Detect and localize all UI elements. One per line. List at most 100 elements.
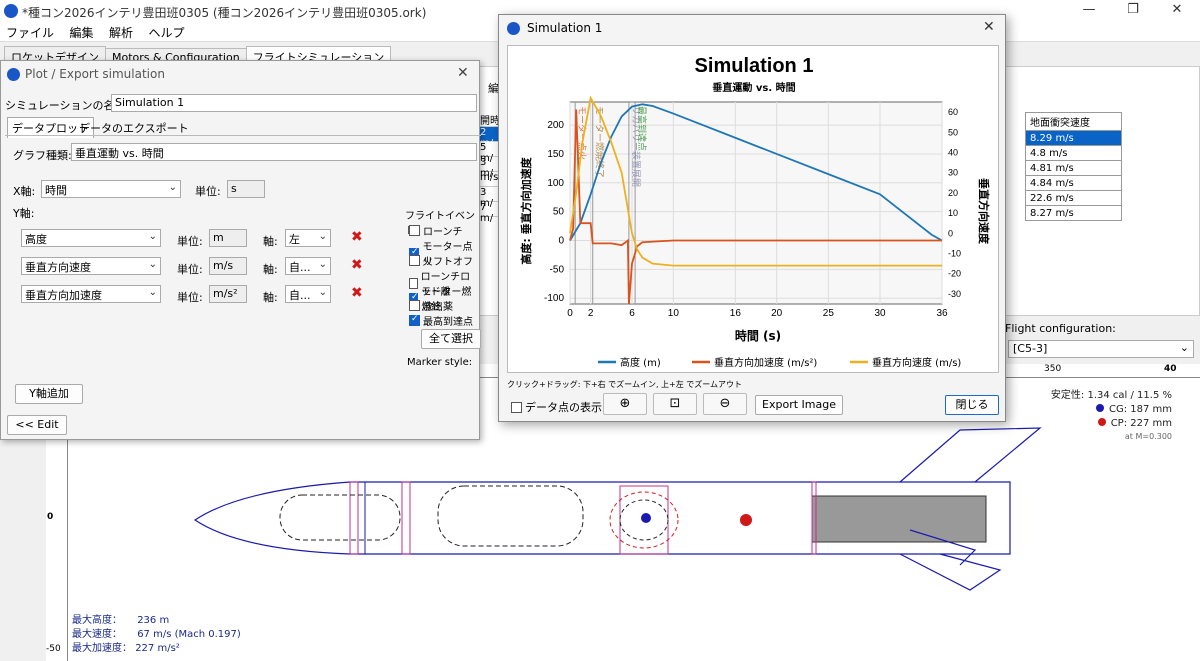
axis-value: 自...	[289, 261, 311, 274]
minimize-button[interactable]: —	[1074, 2, 1104, 20]
marker-style-label: Marker style:	[407, 357, 473, 368]
remove-icon[interactable]: ✖	[351, 285, 363, 301]
y-tick-label-left: -50	[550, 264, 565, 275]
zoom-out-icon[interactable]: ⊖	[703, 393, 747, 415]
close-dialog-button[interactable]: 閉じる	[945, 395, 999, 415]
y-axis-title-right: 垂直方向速度	[977, 178, 991, 245]
checkbox[interactable]	[409, 225, 420, 236]
results-table[interactable]: 地面衝突速度 8.29 m/s 4.8 m/s 4.81 m/s 4.84 m/…	[1025, 112, 1122, 221]
zoom-in-icon[interactable]: ⊕	[603, 393, 647, 415]
event-checkbox[interactable]: ローンチ	[409, 223, 463, 238]
axis-value: 左	[289, 233, 300, 246]
select-all-button[interactable]: 全て選択	[421, 329, 481, 349]
axis-select[interactable]: 自... ⌄	[285, 285, 331, 303]
event-label: 最高到達点	[636, 106, 648, 151]
table-row[interactable]: 4.81 m/s	[1025, 160, 1122, 176]
remove-icon[interactable]: ✖	[351, 229, 363, 245]
y-tick-label-left: 50	[553, 207, 565, 218]
graph-type-select[interactable]: 垂直運動 vs. 時間	[71, 143, 477, 161]
y-series-select[interactable]: 高度 ⌄	[21, 229, 161, 247]
plot-export-dialog: Plot / Export simulation ✕ シミュレーションの名前: …	[0, 60, 481, 440]
checkbox[interactable]	[409, 255, 420, 266]
chart-subtitle: 垂直運動 vs. 時間	[712, 81, 795, 94]
sim-name-field[interactable]: Simulation 1	[111, 94, 477, 112]
stat-value: 67 m/s (Mach 0.197)	[137, 629, 241, 640]
legend-label: 垂直方向加速度 (m/s²)	[714, 356, 817, 369]
cp-icon	[1097, 418, 1106, 426]
remove-icon[interactable]: ✖	[351, 257, 363, 273]
export-image-button[interactable]: Export Image	[755, 395, 843, 415]
y-tick-label-right: -20	[948, 269, 961, 279]
zoom-fit-icon[interactable]: ⊡	[653, 393, 697, 415]
checkbox[interactable]	[511, 401, 522, 413]
x-unit-field[interactable]: s	[227, 180, 265, 198]
chevron-down-icon: ⌄	[318, 287, 327, 298]
flight-config-select[interactable]: [C5-3] ⌄	[1008, 340, 1194, 358]
close-icon[interactable]: ✕	[457, 65, 469, 81]
y-series-value: 高度	[25, 233, 47, 246]
x-tick-label: 10	[668, 308, 680, 319]
simulation-dialog: Simulation 1 ✕ Simulation 1 垂直運動 vs. 時間 …	[498, 14, 1006, 422]
y-tick-label-left: 200	[547, 120, 564, 131]
y-unit-field[interactable]: m/s	[209, 257, 247, 275]
y-series-select[interactable]: 垂直方向速度 ⌄	[21, 257, 161, 275]
y-series-select[interactable]: 垂直方向加速度 ⌄	[21, 285, 161, 303]
y-tick-label-left: 100	[547, 178, 564, 189]
event-checkbox[interactable]: リフトオフ	[409, 253, 473, 268]
event-checkbox[interactable]: 放出薬	[409, 298, 453, 313]
event-checkbox[interactable]: 最高到達点	[409, 313, 473, 328]
x-axis-select[interactable]: 時間 ⌄	[41, 180, 181, 198]
chevron-down-icon: ⌄	[1179, 341, 1189, 354]
chevron-down-icon: ⌄	[318, 259, 327, 270]
y-axis-title-left: 高度: 垂直方向加速度	[519, 156, 533, 264]
menu-help[interactable]: ヘルプ	[149, 24, 185, 41]
y-tick-label-left: 150	[547, 149, 564, 160]
y-tick-label-right: -10	[948, 249, 961, 259]
table-row[interactable]: 22.6 m/s	[1025, 190, 1122, 206]
results-left-column: 開時 2 m/ 5 m/ 3 m/ m/s 3 m/ 7 m/	[478, 112, 500, 224]
close-icon[interactable]: ✕	[983, 19, 995, 35]
menu-file[interactable]: ファイル	[6, 24, 54, 41]
x-tick-label: 20	[771, 308, 783, 319]
stats-block: 最大高度： 236 m 最大速度： 67 m/s (Mach 0.197) 最大…	[72, 614, 241, 656]
y-unit-field[interactable]: m	[209, 229, 247, 247]
chart-svg: Simulation 1 垂直運動 vs. 時間 高度: 垂直方向加速度 垂直方…	[519, 55, 991, 369]
column-header[interactable]: 地面衝突速度	[1025, 112, 1122, 131]
flight-config-value: [C5-3]	[1013, 342, 1048, 355]
menu-edit[interactable]: 編集	[70, 24, 94, 41]
app-logo-icon	[507, 22, 520, 35]
table-row[interactable]: 4.8 m/s	[1025, 145, 1122, 161]
table-row[interactable]: 4.84 m/s	[1025, 175, 1122, 191]
maximize-button[interactable]: ❐	[1118, 2, 1148, 20]
chevron-down-icon: ⌄	[148, 259, 157, 270]
x-tick-label: 25	[823, 308, 835, 319]
close-button[interactable]: ✕	[1162, 2, 1192, 20]
axis-label: 軸:	[263, 235, 278, 248]
ruler-label: 40	[1164, 364, 1177, 374]
table-row[interactable]: 8.27 m/s	[1025, 205, 1122, 221]
axis-select[interactable]: 左 ⌄	[285, 229, 331, 247]
x-axis-label: X軸:	[13, 185, 36, 198]
y-tick-label-right: -30	[948, 289, 961, 299]
y-tick-label-right: 40	[948, 148, 958, 158]
chevron-down-icon: ⌄	[168, 182, 177, 193]
table-cell: 開時	[478, 112, 500, 127]
legend-label: 垂直方向速度 (m/s)	[872, 356, 961, 369]
show-points-label: データ点の表示	[525, 401, 602, 414]
y-unit-field[interactable]: m/s²	[209, 285, 247, 303]
event-label: 放出薬	[423, 302, 453, 313]
cg-value: CG: 187 mm	[1108, 404, 1172, 415]
table-row[interactable]: 8.29 m/s	[1025, 130, 1122, 146]
y-tick-label-right: 20	[948, 188, 958, 198]
add-y-axis-button[interactable]: Y軸追加	[15, 384, 83, 404]
x-unit-label: 単位:	[195, 185, 221, 198]
checkbox[interactable]	[409, 300, 420, 311]
axis-select[interactable]: 自... ⌄	[285, 257, 331, 275]
edit-button[interactable]: << Edit	[7, 415, 67, 435]
chart-area[interactable]: Simulation 1 垂直運動 vs. 時間 高度: 垂直方向加速度 垂直方…	[507, 45, 999, 373]
menu-analyze[interactable]: 解析	[109, 24, 133, 41]
checkbox[interactable]	[409, 314, 420, 326]
stat-value: 236 m	[137, 615, 170, 626]
plot-frame	[569, 101, 943, 305]
show-points-checkbox[interactable]: データ点の表示	[511, 399, 602, 415]
